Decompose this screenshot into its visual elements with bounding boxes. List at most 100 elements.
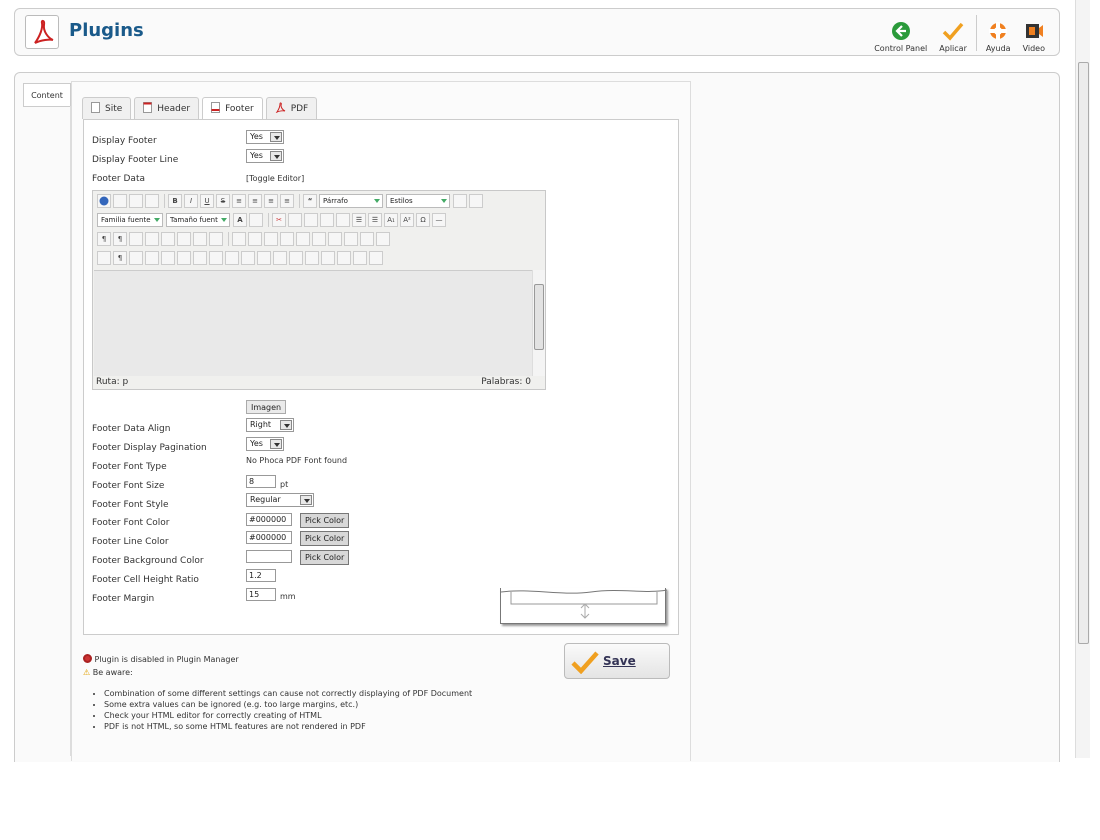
- footer-preview-resizer[interactable]: [500, 588, 668, 624]
- help-button[interactable]: Ayuda: [980, 13, 1017, 53]
- spellcheck-icon[interactable]: [337, 250, 351, 265]
- undo-icon[interactable]: [129, 193, 143, 208]
- toggle-editor-link[interactable]: [Toggle Editor]: [246, 174, 304, 183]
- image-icon[interactable]: [321, 250, 335, 265]
- insertion-icon[interactable]: [241, 250, 255, 265]
- page-scrollbar-thumb[interactable]: [1078, 62, 1089, 644]
- new-document-icon[interactable]: [113, 193, 127, 208]
- footer-font-color-input[interactable]: #000000: [246, 513, 292, 526]
- delete-table-icon[interactable]: [248, 231, 262, 246]
- blockquote-icon[interactable]: “: [303, 193, 317, 208]
- absolute-icon[interactable]: [145, 250, 159, 265]
- page-break-icon[interactable]: [369, 250, 383, 265]
- insert-layer-icon[interactable]: [129, 250, 143, 265]
- align-left-icon[interactable]: ≡: [232, 193, 246, 208]
- find-icon[interactable]: [320, 212, 334, 227]
- merge-cells-icon[interactable]: [360, 231, 374, 246]
- tab-site[interactable]: Site: [82, 97, 132, 119]
- unlink-icon[interactable]: [305, 250, 319, 265]
- row-after-icon[interactable]: [280, 231, 294, 246]
- sidebar-item-content[interactable]: Content: [23, 83, 71, 107]
- footer-background-color-input[interactable]: [246, 550, 292, 563]
- eraser-icon[interactable]: [453, 193, 467, 208]
- footer-line-color-input[interactable]: #000000: [246, 531, 292, 544]
- search-replace-icon[interactable]: [209, 231, 223, 246]
- bold-icon[interactable]: B: [168, 193, 182, 208]
- column-before-icon[interactable]: [312, 231, 326, 246]
- insert-image-button[interactable]: Imagen: [246, 400, 287, 414]
- table-icon[interactable]: [232, 231, 246, 246]
- link-icon[interactable]: [289, 250, 303, 265]
- paragraph-format-select[interactable]: Párrafo: [319, 193, 383, 208]
- tab-pdf[interactable]: PDF: [265, 97, 318, 119]
- paste-icon[interactable]: [304, 212, 318, 227]
- numbered-list-icon[interactable]: ☰: [352, 212, 366, 227]
- control-panel-button[interactable]: Control Panel: [868, 13, 933, 53]
- editor-content-area[interactable]: [94, 270, 532, 376]
- delete-row-icon[interactable]: [296, 231, 310, 246]
- split-cells-icon[interactable]: [376, 231, 390, 246]
- style-props-icon[interactable]: [161, 250, 175, 265]
- media-icon[interactable]: [353, 250, 367, 265]
- apply-button[interactable]: Aplicar: [933, 13, 973, 53]
- cut-icon[interactable]: ✂: [272, 212, 286, 227]
- delete-column-icon[interactable]: [344, 231, 358, 246]
- paragraph-rtl-icon[interactable]: ¶: [113, 231, 127, 246]
- paragraph-ltr-icon[interactable]: ¶: [97, 231, 111, 246]
- search-icon[interactable]: [193, 231, 207, 246]
- bullet-list-icon[interactable]: ☰: [368, 212, 382, 227]
- replace-icon[interactable]: [336, 212, 350, 227]
- show-blocks-icon[interactable]: ¶: [113, 250, 127, 265]
- redo-icon[interactable]: [145, 193, 159, 208]
- align-center-icon[interactable]: ≡: [248, 193, 262, 208]
- superscript-icon[interactable]: A²: [400, 212, 414, 227]
- acronym-icon[interactable]: [209, 250, 223, 265]
- footer-background-color-pick-button[interactable]: Pick Color: [300, 550, 350, 565]
- align-right-icon[interactable]: ≡: [264, 193, 278, 208]
- copy-icon[interactable]: [288, 212, 302, 227]
- clean-up-icon[interactable]: [469, 193, 483, 208]
- preview-icon[interactable]: [145, 231, 159, 246]
- row-before-icon[interactable]: [264, 231, 278, 246]
- save-button[interactable]: Save: [564, 643, 670, 679]
- deletion-icon[interactable]: [225, 250, 239, 265]
- special-character-icon[interactable]: Ω: [416, 212, 430, 227]
- video-button[interactable]: Video: [1017, 13, 1051, 53]
- page-scrollbar[interactable]: [1075, 0, 1090, 758]
- align-justify-icon[interactable]: ≡: [280, 193, 294, 208]
- text-color-icon[interactable]: A: [233, 212, 247, 227]
- display-footer-select[interactable]: Yes: [246, 130, 284, 144]
- column-after-icon[interactable]: [328, 231, 342, 246]
- template-icon[interactable]: [161, 231, 175, 246]
- tab-header[interactable]: Header: [134, 97, 200, 119]
- visual-aid-icon[interactable]: [97, 250, 111, 265]
- footer-cell-height-ratio-input[interactable]: 1.2: [246, 569, 276, 582]
- italic-icon[interactable]: I: [184, 193, 198, 208]
- print-icon[interactable]: [177, 231, 191, 246]
- highlight-color-icon[interactable]: [249, 212, 263, 227]
- editor-scrollbar-thumb[interactable]: [534, 284, 544, 350]
- strikethrough-icon[interactable]: S: [216, 193, 230, 208]
- editor-scrollbar[interactable]: [532, 270, 545, 376]
- display-footer-line-select[interactable]: Yes: [246, 149, 284, 163]
- anchor-icon[interactable]: [273, 250, 287, 265]
- font-size-select[interactable]: Tamaño fuent: [166, 212, 230, 227]
- horizontal-rule-icon[interactable]: —: [432, 212, 446, 227]
- styles-select[interactable]: Estilos: [386, 193, 450, 208]
- font-family-select[interactable]: Familia fuente: [97, 212, 163, 227]
- cite-icon[interactable]: [177, 250, 191, 265]
- attributes-icon[interactable]: [257, 250, 271, 265]
- footer-data-align-select[interactable]: Right: [246, 418, 294, 432]
- underline-icon[interactable]: U: [200, 193, 214, 208]
- footer-font-size-input[interactable]: 8: [246, 475, 276, 488]
- footer-display-pagination-select[interactable]: Yes: [246, 437, 284, 451]
- subscript-icon[interactable]: A₁: [384, 212, 398, 227]
- footer-line-color-pick-button[interactable]: Pick Color: [300, 531, 350, 546]
- help-icon[interactable]: [97, 193, 111, 208]
- fullscreen-icon[interactable]: [129, 231, 143, 246]
- abbreviation-icon[interactable]: [193, 250, 207, 265]
- footer-font-style-select[interactable]: Regular: [246, 493, 314, 507]
- footer-font-color-pick-button[interactable]: Pick Color: [300, 513, 350, 528]
- tab-footer[interactable]: Footer: [202, 97, 263, 120]
- footer-margin-input[interactable]: 15: [246, 588, 276, 601]
